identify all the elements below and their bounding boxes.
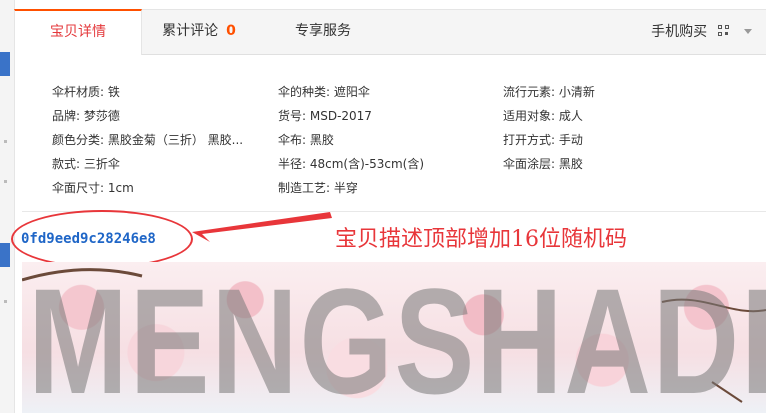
mobile-buy-button[interactable]: 手机购买 <box>651 10 752 54</box>
random-code-highlight: 0fd9eed9c28246e8 <box>11 210 193 268</box>
attribute-row: 伞面尺寸: 1cm 制造工艺: 半穿 <box>52 176 752 200</box>
attribute-item: 流行元素: 小清新 <box>503 85 595 99</box>
attribute-row: 款式: 三折伞 半径: 48cm(含)-53cm(含) 伞面涂层: 黑胶 <box>52 152 752 176</box>
mobile-buy-label: 手机购买 <box>651 24 708 40</box>
annotation-arrow <box>192 212 332 242</box>
attribute-item: 制造工艺: 半穿 <box>278 181 358 195</box>
sidebar-marker <box>0 52 10 76</box>
attribute-row: 品牌: 梦莎德 货号: MSD-2017 适用对象: 成人 <box>52 104 752 128</box>
random-code-text: 0fd9eed9c28246e8 <box>21 231 156 247</box>
sidebar-dot <box>4 140 7 143</box>
tab-reviews[interactable]: 累计评论 0 <box>142 9 256 54</box>
attribute-item: 颜色分类: 黑胶金菊（三折） 黑胶... <box>52 133 244 147</box>
attribute-item: 打开方式: 手动 <box>503 133 583 147</box>
attribute-item: 伞面涂层: 黑胶 <box>503 157 583 171</box>
sidebar-dot <box>4 300 7 303</box>
attribute-item: 伞的种类: 遮阳伞 <box>278 85 370 99</box>
chevron-down-icon <box>744 29 752 34</box>
attribute-item: 伞杆材质: 铁 <box>52 85 120 99</box>
product-attributes: 伞杆材质: 铁 伞的种类: 遮阳伞 流行元素: 小清新 品牌: 梦莎德 货号: … <box>52 80 752 200</box>
detail-tab-bar: 宝贝详情 累计评论 0 专享服务 手机购买 <box>14 9 766 55</box>
qr-code-icon <box>717 25 730 37</box>
tab-exclusive-service[interactable]: 专享服务 <box>256 9 390 54</box>
tab-label: 累计评论 <box>162 23 219 39</box>
tab-item-details[interactable]: 宝贝详情 <box>14 9 142 55</box>
attribute-item: 伞布: 黑胶 <box>278 133 334 147</box>
sidebar-dot <box>4 180 7 183</box>
attribute-item: 适用对象: 成人 <box>503 109 583 123</box>
banner-brand-text: MENGSHADE <box>28 262 766 413</box>
attribute-item: 半径: 48cm(含)-53cm(含) <box>278 157 425 171</box>
attribute-item: 款式: 三折伞 <box>52 157 120 171</box>
review-count-badge: 0 <box>226 23 236 39</box>
attribute-item: 品牌: 梦莎德 <box>52 109 120 123</box>
left-sidebar-strip <box>0 0 15 413</box>
attribute-row: 颜色分类: 黑胶金菊（三折） 黑胶... 伞布: 黑胶 打开方式: 手动 <box>52 128 752 152</box>
tab-label: 宝贝详情 <box>50 24 106 40</box>
attribute-item: 伞面尺寸: 1cm <box>52 181 134 195</box>
annotation-text: 宝贝描述顶部增加16位随机码 <box>335 227 627 252</box>
attribute-item: 货号: MSD-2017 <box>278 109 372 123</box>
product-banner-image: MENGSHADE <box>22 262 766 413</box>
tab-label: 专享服务 <box>295 23 351 39</box>
attribute-row: 伞杆材质: 铁 伞的种类: 遮阳伞 流行元素: 小清新 <box>52 80 752 104</box>
sidebar-marker <box>0 243 10 267</box>
